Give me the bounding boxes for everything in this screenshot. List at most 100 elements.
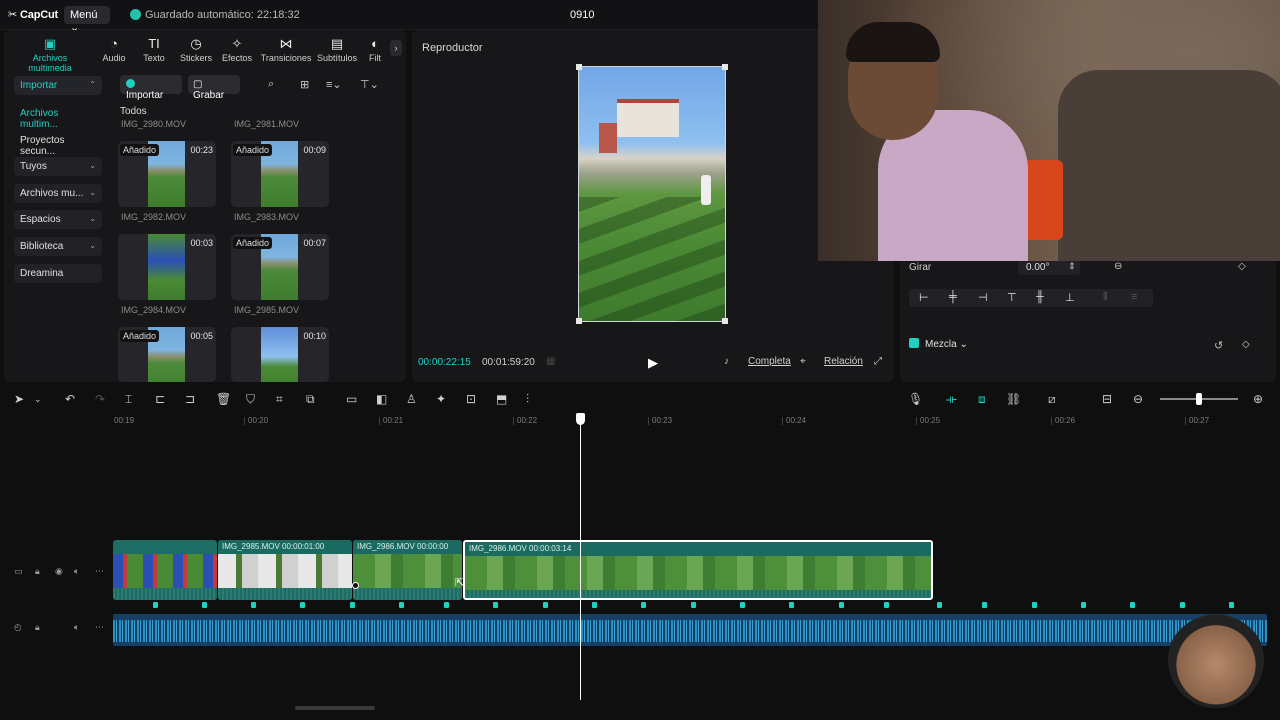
timeline-clip[interactable]: IMG_2985.MOV 00:00:01:00 — [218, 540, 352, 600]
record-button[interactable]: ▢ Grabar — [188, 75, 240, 101]
export-frame-icon[interactable]: ⬒ — [496, 392, 507, 406]
microphone-icon[interactable]: 🎙 — [908, 392, 923, 406]
media-thumbnail[interactable]: 00:10 — [231, 327, 329, 382]
align-right-icon[interactable]: ⊣ — [978, 291, 988, 304]
sidebar-item-media-archive[interactable]: Archivos mu... ⌄ — [14, 184, 102, 203]
magnet-icon[interactable]: ⟛ — [946, 392, 957, 407]
beat-marker[interactable] — [350, 602, 355, 608]
beat-marker[interactable] — [202, 602, 207, 608]
beat-marker[interactable] — [1130, 602, 1135, 608]
timeline-clip-selected[interactable]: IMG_2986.MOV 00:00:03:14 — [463, 540, 933, 600]
delete-icon[interactable]: 🗑 — [216, 392, 231, 406]
sidebar-item-library[interactable]: Biblioteca ⌄ — [14, 237, 102, 256]
align-bottom-icon[interactable]: ⊥ — [1065, 291, 1075, 304]
magic-icon[interactable]: ✦ — [436, 392, 446, 406]
select-tool-icon[interactable]: ➤ — [14, 392, 24, 406]
tiktok-icon[interactable]: ♪ — [724, 356, 729, 367]
fit-timeline-icon[interactable]: ⊟ — [1102, 392, 1112, 406]
more-icon[interactable]: ⋯ — [95, 566, 104, 577]
import-button[interactable]: Importar — [120, 75, 182, 101]
beat-marker[interactable] — [251, 602, 256, 608]
blend-toggle[interactable]: Mezcla ⌄ — [909, 338, 968, 350]
tab-filters[interactable]: ◐ Filt — [364, 36, 386, 63]
align-top-icon[interactable]: ⊤ — [1007, 291, 1017, 304]
tab-audio[interactable]: ◔ Audio — [96, 36, 132, 63]
reset-icon[interactable]: ↺ — [1214, 339, 1223, 352]
media-thumbnail[interactable]: Añadido 00:07 — [231, 234, 329, 300]
beat-marker[interactable] — [300, 602, 305, 608]
transition-handle[interactable] — [352, 582, 359, 589]
search-icon[interactable]: ⌕ — [268, 78, 274, 91]
media-thumbnail[interactable]: Añadido 00:23 — [118, 141, 216, 207]
zoom-in-icon[interactable]: ⊕ — [1253, 392, 1263, 406]
reverse-icon[interactable]: ◧ — [376, 392, 387, 406]
volume-icon[interactable]: 🔈︎ — [74, 622, 79, 633]
beat-marker[interactable] — [789, 602, 794, 608]
beat-marker[interactable] — [1032, 602, 1037, 608]
media-thumbnail[interactable]: Añadido 00:09 — [231, 141, 329, 207]
sidebar-item-import[interactable]: Importar ⌃ — [14, 76, 102, 95]
sidebar-item-dreamina[interactable]: Dreamina — [14, 264, 102, 283]
stepper-icon[interactable]: ⇕ — [1068, 261, 1076, 272]
view-grid-icon[interactable]: ⊞ — [300, 78, 309, 91]
mirror-icon[interactable]: ⧉ — [306, 392, 315, 407]
beat-marker[interactable] — [153, 602, 158, 608]
beat-marker[interactable] — [1229, 602, 1234, 608]
cover-icon[interactable]: ▭ — [14, 566, 23, 577]
eye-icon[interactable]: ◉ — [55, 566, 63, 577]
media-thumbnail[interactable]: 00:03 — [118, 234, 216, 300]
crop-icon[interactable]: ⌗ — [276, 392, 283, 407]
beat-marker[interactable] — [399, 602, 404, 608]
tab-media[interactable]: ▣ Archivos multimedia — [10, 36, 90, 73]
focus-icon[interactable]: ⌖ — [800, 356, 806, 367]
sort-icon[interactable]: ≡⌄ — [326, 78, 342, 91]
align-center-h-icon[interactable]: ╪ — [949, 291, 957, 303]
auto-beat-icon[interactable]: ⫶ — [526, 392, 529, 407]
beat-marker[interactable] — [691, 602, 696, 608]
keyframe-icon[interactable]: ◇ — [1242, 339, 1250, 350]
zoom-out-icon[interactable]: ⊖ — [1133, 392, 1143, 406]
beat-marker[interactable] — [592, 602, 597, 608]
fullscreen-icon[interactable]: ⤢ — [874, 356, 882, 367]
split-icon[interactable]: ⌶ — [125, 392, 132, 407]
tab-effects[interactable]: ✧ Efectos — [218, 36, 256, 63]
beat-marker[interactable] — [839, 602, 844, 608]
split-left-icon[interactable]: ⊏ — [155, 392, 165, 406]
beat-marker[interactable] — [937, 602, 942, 608]
timeline-scrollbar[interactable] — [295, 706, 375, 710]
tab-subtitles[interactable]: ▤ Subtítulos — [314, 36, 360, 63]
marker-icon[interactable]: ⛉ — [246, 392, 255, 407]
beat-marker[interactable] — [444, 602, 449, 608]
playhead-line[interactable] — [580, 413, 581, 700]
ai-cutout-icon[interactable]: ♙ — [406, 392, 417, 406]
link-clips-icon[interactable]: ⧈ — [978, 392, 986, 407]
sidebar-item-secondary-projects[interactable]: Proyectos secun... — [14, 131, 102, 157]
align-center-v-icon[interactable]: ╫ — [1036, 291, 1044, 303]
beat-marker[interactable] — [982, 602, 987, 608]
aspect-ratio-button[interactable]: Relación — [824, 356, 863, 367]
grid-icon[interactable]: ▦ — [546, 356, 555, 367]
tab-stickers[interactable]: ◷ Stickers — [176, 36, 216, 63]
media-thumbnail[interactable]: Añadido 00:05 — [118, 327, 216, 382]
timeline-clip[interactable] — [113, 540, 217, 600]
keyframe-icon[interactable]: ◇ — [1238, 261, 1246, 272]
lock-icon[interactable]: 🔒︎ — [35, 566, 40, 577]
volume-icon[interactable]: 🔈︎ — [74, 566, 79, 577]
menu-button[interactable]: Menú ⌄ — [64, 6, 110, 34]
beat-marker[interactable] — [884, 602, 889, 608]
filter-icon[interactable]: ⊤⌄ — [360, 78, 379, 91]
resize-handle[interactable] — [576, 318, 582, 324]
align-left-icon[interactable]: ⊢ — [919, 291, 929, 304]
sidebar-item-spaces[interactable]: Espacios ⌄ — [14, 210, 102, 229]
resize-handle[interactable] — [576, 64, 582, 70]
play-icon[interactable]: ▶ — [648, 355, 658, 371]
full-quality-button[interactable]: Completa — [748, 356, 791, 367]
sidebar-item-yours[interactable]: Tuyos ⌄ — [14, 157, 102, 176]
music-icon[interactable]: ◴ — [14, 622, 22, 633]
hd-icon[interactable]: ⊡ — [466, 392, 476, 406]
sidebar-item-media-files[interactable]: Archivos multim... — [14, 104, 102, 130]
lock-icon[interactable]: 🔒︎ — [35, 622, 40, 633]
beat-marker[interactable] — [1180, 602, 1185, 608]
beat-marker[interactable] — [1081, 602, 1086, 608]
timeline-clip[interactable]: IMG_2986.MOV 00:00:00 — [353, 540, 462, 600]
